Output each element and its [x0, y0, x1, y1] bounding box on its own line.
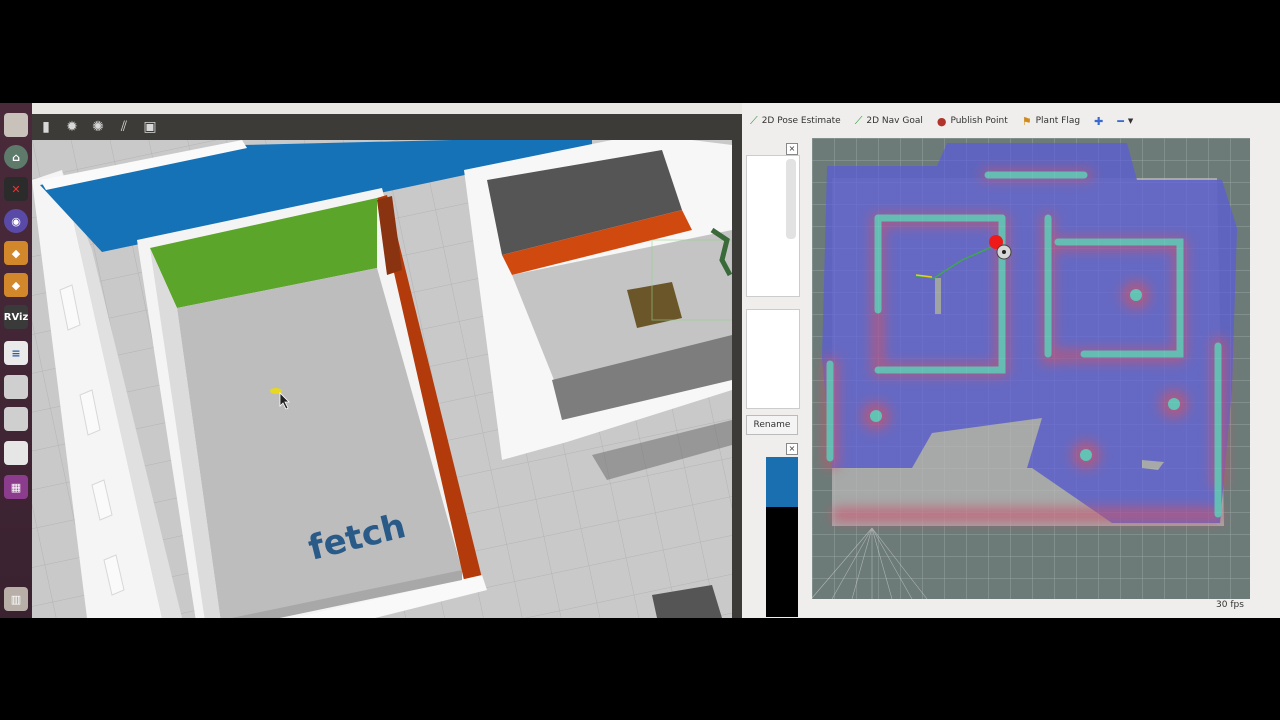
screenshot-icon[interactable]: ▣ [142, 119, 158, 135]
spot-light-icon[interactable]: ✺ [90, 119, 106, 135]
fps-counter: 30 fps [1216, 600, 1244, 610]
views-close-button[interactable]: × [786, 443, 798, 455]
point-light-icon[interactable]: ✹ [64, 119, 80, 135]
drive-icon-2[interactable] [4, 407, 28, 431]
nav-goal-tool[interactable]: ⟋ 2D Nav Goal [855, 114, 923, 128]
rviz-window: ⟋ 2D Pose Estimate ⟋ 2D Nav Goal ● Publi… [742, 103, 1280, 618]
directional-light-icon[interactable]: ⫽ [116, 119, 132, 135]
pose-arrow-icon: ⟋ [750, 114, 758, 127]
views-panel-edge [766, 457, 798, 507]
properties-panel [746, 309, 800, 409]
splitter-handle[interactable] [732, 114, 742, 618]
gazebo-icon-2[interactable]: ◆ [4, 273, 28, 297]
cylinder-icon[interactable]: ▮ [38, 119, 54, 135]
software-updater-icon[interactable]: ⌂ [4, 145, 28, 169]
rviz-left-panel: × Rename × [746, 139, 808, 618]
launcher: ⌂ ✕ ◉ ◆ ◆ RViz ≡ ▦ ▥ [0, 103, 32, 618]
gazebo-toolbar: ▮ ✹ ✺ ⫽ ▣ [32, 114, 738, 140]
plant-flag-tool[interactable]: ⚑ Plant Flag [1022, 115, 1080, 128]
displays-close-button[interactable]: × [786, 143, 798, 155]
browser-icon[interactable]: ◉ [4, 209, 28, 233]
nav-arrow-icon: ⟋ [854, 114, 863, 127]
terminal-icon[interactable]: ✕ [4, 177, 28, 201]
chevron-down-icon: ▼ [1127, 117, 1134, 125]
gazebo-title-strip [32, 103, 742, 114]
plus-icon: ✚ [1094, 114, 1104, 128]
pose-estimate-tool[interactable]: ⟋ 2D Pose Estimate [750, 114, 841, 128]
text-editor-icon[interactable]: ≡ [4, 341, 28, 365]
drive-icon-3[interactable] [4, 441, 28, 465]
screen: ⌂ ✕ ◉ ◆ ◆ RViz ≡ ▦ ▥ ▮ ✹ ✺ ⫽ ▣ fetch ⟋ 2… [0, 0, 1280, 720]
rviz-icon[interactable]: RViz [4, 305, 28, 329]
map-pin-icon: ● [936, 114, 947, 128]
workspace-switcher-icon[interactable]: ▦ [4, 475, 28, 499]
drive-icon[interactable] [4, 375, 28, 399]
files-icon[interactable] [4, 113, 28, 137]
rviz-toolbar: ⟋ 2D Pose Estimate ⟋ 2D Nav Goal ● Publi… [742, 103, 1280, 139]
publish-point-tool[interactable]: ● Publish Point [937, 115, 1008, 128]
rviz-map-view[interactable] [812, 138, 1250, 599]
remove-tool-menu[interactable]: ━ ▼ [1117, 115, 1133, 128]
flag-icon: ⚑ [1021, 114, 1032, 128]
displays-scrollbar[interactable] [786, 159, 796, 239]
trash-icon[interactable]: ▥ [4, 587, 28, 611]
add-tool-button[interactable]: ✚ [1094, 115, 1103, 128]
rename-button[interactable]: Rename [746, 415, 798, 435]
gazebo-3d-view[interactable]: fetch [32, 140, 732, 618]
gazebo-window: ▮ ✹ ✺ ⫽ ▣ fetch [32, 103, 742, 618]
minus-icon: ━ [1117, 114, 1124, 128]
gazebo-icon[interactable]: ◆ [4, 241, 28, 265]
